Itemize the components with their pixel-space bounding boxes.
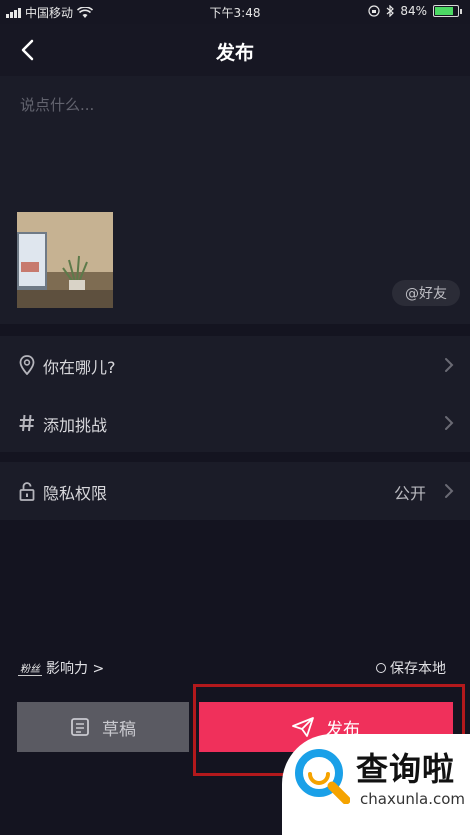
status-bar: 中国移动 下午3:48 84% bbox=[0, 0, 470, 24]
influence-label: 影响力 > bbox=[46, 661, 105, 677]
watermark: 查询啦 chaxunla.com bbox=[282, 734, 470, 835]
unlock-icon bbox=[19, 482, 35, 501]
caption-input[interactable]: 说点什么... bbox=[20, 94, 94, 115]
radio-icon bbox=[376, 663, 386, 673]
status-right: 84% bbox=[368, 4, 462, 18]
privacy-value: 公开 bbox=[393, 484, 426, 503]
mention-friends-button[interactable]: @好友 bbox=[392, 280, 460, 306]
fans-badge: 粉丝 bbox=[18, 660, 42, 676]
draft-icon bbox=[71, 718, 89, 736]
search-logo-icon bbox=[295, 749, 350, 804]
save-local-label: 保存本地 bbox=[390, 661, 446, 677]
options-section: 你在哪儿? 添加挑战 bbox=[0, 336, 470, 452]
chevron-right-icon bbox=[445, 358, 454, 372]
hashtag-icon bbox=[19, 414, 34, 432]
watermark-text: 查询啦 bbox=[356, 750, 456, 788]
battery-percent: 84% bbox=[400, 4, 427, 18]
video-thumbnail[interactable] bbox=[17, 212, 113, 308]
challenge-label: 添加挑战 bbox=[43, 416, 108, 435]
draft-button[interactable]: 草稿 bbox=[17, 702, 189, 752]
draft-label: 草稿 bbox=[102, 719, 136, 740]
location-pin-icon bbox=[19, 355, 35, 375]
bluetooth-icon bbox=[386, 5, 395, 17]
privacy-section: 隐私权限 公开 bbox=[0, 462, 470, 520]
watermark-url: chaxunla.com bbox=[360, 790, 465, 808]
nav-header: 发布 bbox=[0, 24, 470, 76]
orientation-lock-icon bbox=[368, 5, 380, 17]
challenge-row[interactable]: 添加挑战 bbox=[0, 394, 470, 452]
battery-icon bbox=[433, 5, 459, 17]
chevron-right-icon bbox=[445, 416, 454, 430]
battery-cap bbox=[460, 8, 462, 14]
location-label: 你在哪儿? bbox=[43, 358, 116, 377]
chevron-right-icon bbox=[445, 484, 454, 498]
thumbnail-image bbox=[17, 212, 113, 308]
privacy-row[interactable]: 隐私权限 公开 bbox=[0, 462, 470, 520]
save-local-toggle[interactable]: 保存本地 bbox=[376, 658, 446, 678]
page-title: 发布 bbox=[215, 42, 254, 64]
privacy-label: 隐私权限 bbox=[43, 484, 108, 503]
location-row[interactable]: 你在哪儿? bbox=[0, 336, 470, 394]
compose-area: 说点什么... @好友 bbox=[0, 76, 470, 324]
influence-link[interactable]: 粉丝 影响力 > bbox=[18, 658, 104, 678]
